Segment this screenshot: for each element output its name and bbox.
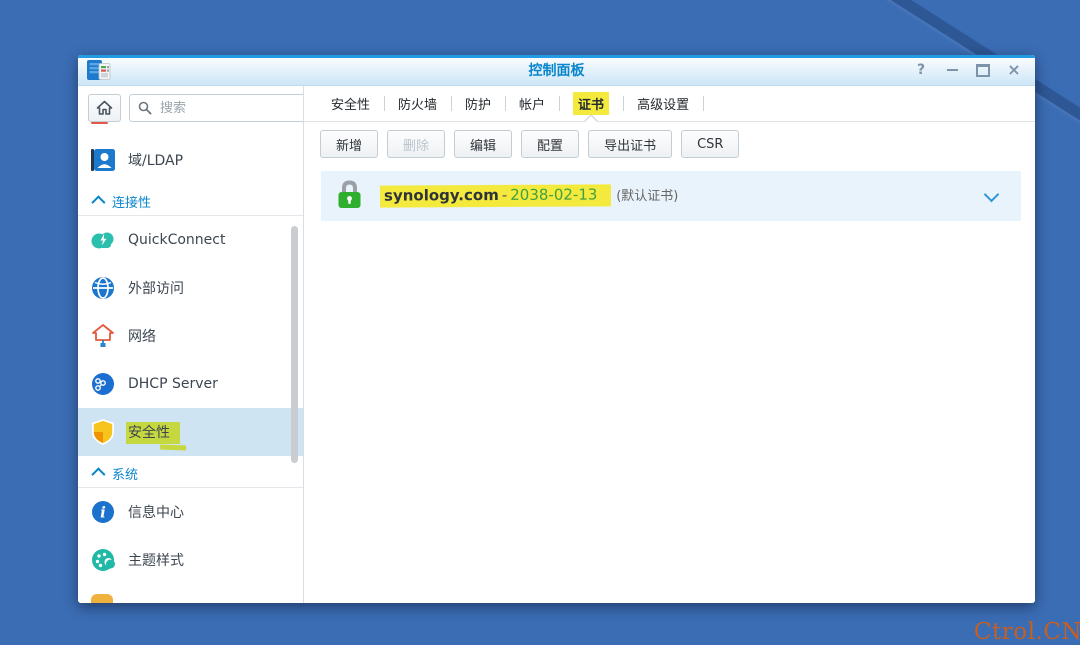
yellow-highlight: synology.com-2038-02-13 (380, 184, 612, 207)
network-house-icon (90, 323, 116, 349)
sidebar-item-external-access[interactable]: 外部访问 (78, 264, 303, 312)
search-icon (138, 101, 152, 115)
control-panel-app-icon (86, 60, 112, 81)
certificate-expiry-date: 2038-02-13 (510, 185, 597, 203)
toolbar: 新增 删除 编辑 配置 导出证书 CSR (304, 122, 1035, 166)
tab-firewall[interactable]: 防火墙 (384, 86, 451, 121)
certificate-name: synology.com (384, 186, 499, 205)
sidebar-item-label: 网络 (128, 326, 156, 346)
domain-ldap-icon (90, 147, 116, 173)
search-box[interactable] (129, 94, 304, 122)
svg-text:i: i (100, 504, 106, 522)
sidebar-item-label: 外部访问 (128, 278, 184, 298)
chevron-down-icon[interactable] (984, 186, 1000, 202)
theme-palette-icon (90, 547, 116, 573)
quickconnect-cloud-icon (90, 227, 116, 253)
sidebar-section-label: 连接性 (112, 192, 151, 211)
sidebar-item-label: 信息中心 (128, 502, 184, 522)
sidebar-item-theme[interactable]: 主题样式 (78, 536, 303, 584)
watermark: Ctrol.CN (974, 619, 1080, 645)
help-button[interactable]: ? (914, 63, 928, 77)
sidebar-section-connectivity[interactable]: 连接性 (78, 187, 303, 216)
tab-advanced-settings[interactable]: 高级设置 (623, 86, 703, 121)
edit-button[interactable]: 编辑 (454, 130, 512, 158)
sidebar-item-label: 安全性 (128, 422, 180, 442)
export-certificate-button[interactable]: 导出证书 (588, 130, 672, 158)
delete-button[interactable]: 删除 (387, 130, 445, 158)
sidebar-item-dhcp-server[interactable]: DHCP Server (78, 360, 303, 408)
tab-security[interactable]: 安全性 (317, 86, 384, 121)
sidebar-item-label: QuickConnect (128, 232, 225, 248)
chevron-up-icon (91, 467, 105, 481)
sidebar-item-quickconnect[interactable]: QuickConnect (78, 216, 303, 264)
sidebar-scrollbar[interactable] (291, 226, 298, 463)
globe-icon (90, 275, 116, 301)
sidebar-item-label: 域/LDAP (128, 150, 183, 170)
control-panel-window: 控制面板 ? × (78, 55, 1035, 603)
tab-bar: 安全性 防火墙 防护 帐户 证书 高级设置 (304, 86, 1035, 122)
sidebar-item-security[interactable]: 安全性 (78, 408, 303, 456)
certificate-subtitle: (默认证书) (616, 189, 678, 204)
partially-visible-item-icon (91, 594, 115, 603)
certificate-row[interactable]: synology.com-2038-02-13 (默认证书) (321, 171, 1021, 221)
maximize-button[interactable] (976, 63, 990, 77)
csr-button[interactable]: CSR (681, 130, 739, 158)
sidebar-section-label: 系统 (112, 464, 138, 483)
sidebar-item-label: 主题样式 (128, 550, 184, 570)
titlebar[interactable]: 控制面板 ? × (78, 55, 1035, 86)
main-panel: 安全性 防火墙 防护 帐户 证书 高级设置 新增 删除 编辑 配置 导出证书 C… (304, 86, 1035, 603)
tab-account[interactable]: 帐户 (505, 86, 559, 121)
add-button[interactable]: 新增 (320, 130, 378, 158)
chevron-up-icon (91, 195, 105, 209)
sidebar-item-label: DHCP Server (128, 376, 218, 392)
window-title: 控制面板 (78, 60, 1035, 80)
tab-protection[interactable]: 防护 (451, 86, 505, 121)
sidebar: 域/LDAP 连接性 (78, 86, 304, 603)
search-input[interactable] (158, 100, 304, 117)
minimize-button[interactable] (945, 63, 959, 77)
certificate-title: synology.com-2038-02-13 (380, 186, 616, 204)
configure-button[interactable]: 配置 (521, 130, 579, 158)
dhcp-server-icon (90, 371, 116, 397)
sidebar-item-domain-ldap[interactable]: 域/LDAP (78, 136, 303, 184)
lock-icon (336, 178, 363, 214)
security-shield-icon (90, 419, 116, 445)
close-button[interactable]: × (1007, 63, 1021, 77)
home-icon (96, 100, 113, 116)
home-button[interactable] (88, 94, 121, 122)
yellow-highlight: 安全性 (126, 422, 180, 444)
tab-certificate[interactable]: 证书 (559, 86, 623, 121)
sidebar-item-info-center[interactable]: i 信息中心 (78, 488, 303, 536)
yellow-highlight: 证书 (573, 92, 609, 115)
info-center-icon: i (90, 499, 116, 525)
sidebar-section-system[interactable]: 系统 (78, 459, 303, 488)
sidebar-item-network[interactable]: 网络 (78, 312, 303, 360)
